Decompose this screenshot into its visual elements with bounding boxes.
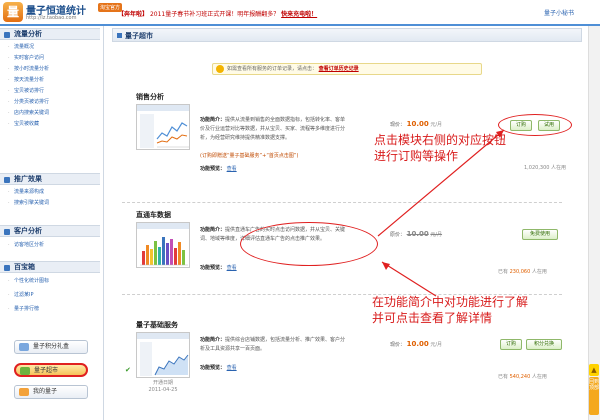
- annotation-arrows: [377, 129, 505, 297]
- arrow-to-description: [381, 261, 437, 297]
- callout-buttons: 点击模块右侧的对应按钮 进行订购等操作: [374, 132, 506, 164]
- scroll-up-icon[interactable]: ▲: [589, 364, 599, 376]
- callout-line: 点击模块右侧的对应按钮: [374, 133, 507, 147]
- callout-description: 在功能简介中对功能进行了解 并可点击查看了解详情: [372, 294, 528, 326]
- callout-line: 在功能简介中对功能进行了解: [372, 295, 529, 309]
- callout-line: 并可点击查看了解详情: [372, 311, 493, 325]
- app-root: 量 量子恒道统计 淘宝官方 http://lz.taobao.com 【奔年啦】…: [0, 0, 600, 420]
- back-to-top-button[interactable]: 回到顶部: [589, 377, 599, 415]
- callout-line: 进行订购等操作: [374, 149, 459, 163]
- scrollbar[interactable]: [588, 26, 600, 420]
